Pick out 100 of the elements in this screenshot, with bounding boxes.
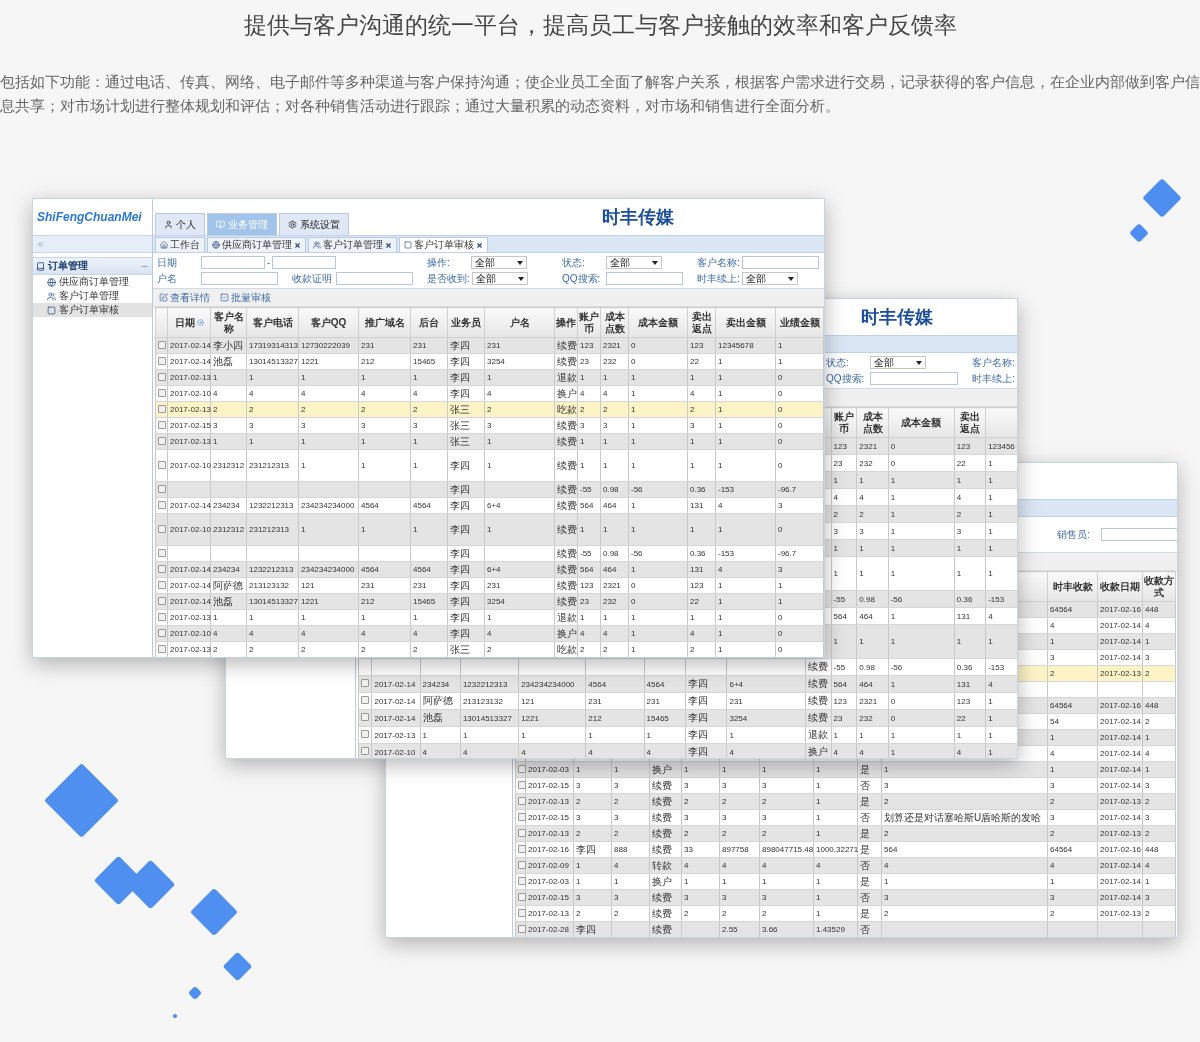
row-checkbox[interactable] — [158, 388, 166, 397]
row-checkbox[interactable] — [518, 924, 526, 933]
sidebar-item[interactable]: 客户订单审核 — [33, 303, 152, 317]
column-header: 后台 — [410, 307, 448, 338]
close-icon[interactable] — [476, 241, 483, 249]
row-checkbox[interactable] — [518, 812, 526, 821]
column-header: 账户币 — [831, 407, 857, 438]
row-checkbox[interactable] — [158, 420, 166, 429]
filter-label: 操作: — [427, 255, 451, 270]
table-cell: 1 — [358, 449, 411, 482]
filter-select[interactable]: 全部 — [471, 256, 527, 269]
table-cell: 1 — [715, 449, 776, 482]
row-checkbox[interactable] — [518, 908, 526, 917]
table-cell: 1 — [358, 513, 411, 546]
column-header: 日期 — [167, 307, 211, 338]
row-checkbox[interactable] — [361, 747, 369, 755]
row-checkbox[interactable] — [518, 860, 526, 869]
caret-icon — [652, 260, 658, 265]
page-tab[interactable]: 工作台 — [155, 237, 205, 252]
column-header: 户名 — [484, 307, 555, 338]
row-checkbox[interactable] — [158, 404, 166, 413]
column-header: 推广域名 — [358, 307, 411, 338]
row-checkbox[interactable] — [361, 696, 369, 704]
row-checkbox[interactable] — [518, 796, 526, 805]
filter-field[interactable] — [870, 372, 958, 385]
nav-tab[interactable]: 个人 — [155, 213, 205, 235]
filter-field[interactable] — [336, 272, 413, 285]
square-icon — [47, 305, 56, 315]
row-checkbox[interactable] — [158, 436, 166, 445]
close-icon[interactable] — [385, 241, 392, 249]
table-cell: 231212313 — [246, 449, 299, 482]
row-checkbox[interactable] — [518, 844, 526, 853]
filter-label: QQ搜索: — [826, 371, 866, 386]
table-cell: 1 — [628, 513, 688, 546]
row-checkbox[interactable] — [361, 730, 369, 738]
page-title: 提供与客户沟通的统一平台，提高员工与客户接触的效率和客户反馈率 — [242, 11, 958, 40]
column-header: 成本金额 — [888, 407, 955, 438]
row-checkbox[interactable] — [361, 713, 369, 721]
square-icon — [404, 241, 412, 249]
row-checkbox[interactable] — [158, 356, 166, 365]
table-cell: 0 — [775, 513, 824, 546]
toolbar-button[interactable]: 查看详情 — [159, 290, 210, 305]
row-checkbox[interactable] — [518, 876, 526, 885]
filter-field[interactable] — [201, 272, 278, 285]
row-checkbox[interactable] — [518, 780, 526, 789]
filter-field[interactable] — [741, 256, 819, 269]
filter-select[interactable]: 全部 — [471, 272, 528, 285]
sort-icon[interactable] — [196, 319, 204, 326]
row-checkbox[interactable] — [158, 612, 166, 621]
column-header: 操作 — [554, 307, 578, 338]
nav-tab[interactable]: 系统设置 — [279, 213, 349, 235]
row-checkbox[interactable] — [158, 548, 166, 557]
row-checkbox[interactable] — [518, 892, 526, 901]
row-checkbox[interactable] — [518, 764, 526, 773]
sidebar-item[interactable]: 客户订单管理 — [33, 289, 152, 303]
row-checkbox[interactable] — [158, 644, 166, 653]
column-header: 卖出返点 — [687, 307, 716, 338]
home-icon — [160, 241, 168, 249]
checkbox-icon — [220, 293, 229, 302]
sidebar-item[interactable]: 供应商订单管理 — [33, 275, 152, 289]
row-checkbox[interactable] — [158, 580, 166, 589]
row-checkbox[interactable] — [361, 679, 369, 687]
filter-select[interactable]: 全部 — [741, 272, 798, 285]
book-icon — [216, 220, 225, 229]
column-header: 卖出返点 — [954, 407, 986, 438]
range-separator: - — [267, 257, 270, 268]
row-checkbox[interactable] — [158, 564, 166, 573]
intro-paragraph: 包括如下功能：通过电话、传真、网络、电子邮件等多种渠道与客户保持沟通；使企业员工全面了解客户关系，根据客户需求进行交易，记录获得的客户信息，在企业内部做到客户信息共享；对市场计划进行整体规划和评估；对各种销售活动进行跟踪；通过大量积累的动态资料，对市场和销售进行全面分析。 — [0, 72, 1200, 116]
filter-label: 户名 — [157, 271, 178, 286]
filter-field[interactable] — [606, 272, 683, 285]
row-checkbox[interactable] — [158, 340, 166, 349]
toolbar-button[interactable]: 批量审核 — [220, 290, 271, 305]
caret-icon — [517, 260, 523, 265]
filter-select[interactable]: 全部 — [606, 256, 662, 269]
collapse-icon[interactable] — [36, 239, 45, 249]
filter-label: 客户名称: — [697, 255, 740, 270]
row-checkbox[interactable] — [158, 628, 166, 637]
row-checkbox[interactable] — [158, 484, 166, 493]
row-checkbox[interactable] — [158, 372, 166, 381]
page-tab[interactable]: 供应商订单管理 — [207, 237, 306, 252]
row-checkbox[interactable] — [158, 460, 166, 469]
date-field[interactable] — [272, 256, 336, 269]
filter-field[interactable] — [1101, 528, 1177, 541]
page-tab[interactable]: 客户订单管理 — [308, 237, 397, 252]
date-field[interactable] — [201, 256, 265, 269]
page-tab[interactable]: 客户订单审核 — [399, 237, 488, 252]
users-icon — [47, 291, 56, 301]
close-icon[interactable] — [294, 241, 301, 249]
row-checkbox[interactable] — [518, 828, 526, 837]
brand-name: ShiFengChuanMei — [36, 209, 143, 226]
filter-select[interactable]: 全部 — [870, 356, 926, 369]
window-title: 时丰传媒 — [861, 306, 933, 329]
menu-group-header[interactable]: 订单管理 — [33, 257, 152, 275]
filter-label: 时丰续上: — [697, 271, 740, 286]
row-checkbox[interactable] — [158, 524, 166, 533]
table-cell: 2312312 — [210, 513, 247, 546]
row-checkbox[interactable] — [158, 500, 166, 509]
filter-label: 销售员: — [1057, 527, 1091, 542]
column-header: 业绩金额 — [775, 307, 824, 338]
row-checkbox[interactable] — [158, 596, 166, 605]
